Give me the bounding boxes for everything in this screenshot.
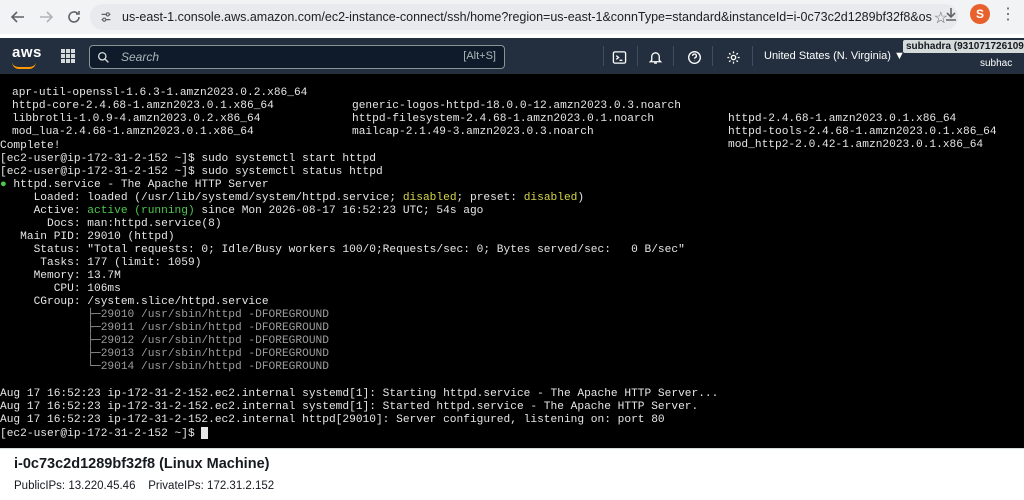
aws-logo[interactable]: aws (12, 44, 42, 61)
bell-icon[interactable] (646, 48, 664, 66)
terminal-line: ├─29013 /usr/sbin/httpd -DFOREGROUND (0, 348, 329, 360)
gear-icon[interactable] (724, 48, 742, 66)
terminal-line: ● httpd.service - The Apache HTTP Server (0, 179, 269, 191)
back-button[interactable] (4, 3, 32, 31)
console-search[interactable]: [Alt+S] (89, 45, 505, 69)
ssh-terminal[interactable]: apr-util-openssl-1.6.3-1.amzn2023.0.2.x8… (0, 74, 1024, 448)
terminal-line: Active: active (running) since Mon 2026-… (0, 205, 484, 217)
address-bar[interactable]: us-east-1.console.aws.amazon.com/ec2-ins… (90, 4, 958, 30)
instance-ips: PublicIPs: 13.220.45.46 PrivateIPs: 172.… (14, 480, 275, 492)
nav-separator (752, 46, 753, 66)
terminal-line: Aug 17 16:52:23 ip-172-31-2-152.ec2.inte… (0, 388, 719, 400)
arrow-right-icon (40, 11, 54, 23)
terminal-line: libbrotli-1.0.9-4.amzn2023.0.2.x86_64 ma… (12, 113, 984, 151)
help-icon[interactable] (685, 48, 703, 66)
terminal-line: Complete! (0, 140, 61, 152)
aws-console-nav: aws [Alt+S] United States (N. Virginia) … (0, 38, 1024, 74)
terminal-line: Aug 17 16:52:23 ip-172-31-2-152.ec2.inte… (0, 401, 699, 413)
browser-toolbar: us-east-1.console.aws.amazon.com/ec2-ins… (0, 0, 1024, 34)
account-name[interactable]: subhac (980, 58, 1012, 69)
site-info-icon[interactable] (96, 7, 116, 27)
terminal-line: ├─29010 /usr/sbin/httpd -DFOREGROUND (0, 309, 329, 321)
service-status-dot: ● (0, 179, 7, 191)
account-menu[interactable]: subhadra (931071726109) (903, 40, 1024, 53)
terminal-line: apr-util-openssl-1.6.3-1.amzn2023.0.2.x8… (12, 87, 957, 125)
search-input[interactable] (119, 49, 443, 65)
terminal-prompt-line[interactable]: [ec2-user@ip-172-31-2-152 ~]$ (0, 427, 209, 440)
terminal-line: ├─29012 /usr/sbin/httpd -DFOREGROUND (0, 335, 329, 347)
terminal-line: Main PID: 29010 (httpd) (0, 231, 175, 243)
terminal-line: [ec2-user@ip-172-31-2-152 ~]$ sudo syste… (0, 153, 376, 165)
services-grid-icon[interactable] (61, 49, 75, 63)
arrow-left-icon (10, 11, 24, 23)
nav-separator (603, 46, 604, 66)
cloudshell-icon[interactable] (610, 48, 628, 66)
terminal-line: Loaded: loaded (/usr/lib/systemd/system/… (0, 192, 585, 204)
terminal-line: ├─29011 /usr/sbin/httpd -DFOREGROUND (0, 322, 329, 334)
download-icon[interactable] (942, 5, 960, 23)
terminal-line: [ec2-user@ip-172-31-2-152 ~]$ sudo syste… (0, 166, 383, 178)
terminal-line: Memory: 13.7M (0, 270, 121, 282)
search-icon (97, 50, 111, 64)
terminal-line: Docs: man:httpd.service(8) (0, 218, 222, 230)
aws-smile-icon (12, 62, 36, 69)
terminal-line: Tasks: 177 (limit: 1059) (0, 257, 202, 269)
terminal-line: └─29014 /usr/sbin/httpd -DFOREGROUND (0, 361, 329, 373)
terminal-line: httpd-core-2.4.68-1.amzn2023.0.1.x86_64 … (12, 100, 997, 138)
profile-avatar[interactable]: S (970, 4, 990, 24)
reload-icon (68, 11, 80, 23)
terminal-line: Status: "Total requests: 0; Idle/Busy wo… (0, 244, 685, 256)
forward-button[interactable] (32, 3, 60, 31)
url-text[interactable]: us-east-1.console.aws.amazon.com/ec2-ins… (122, 10, 932, 24)
terminal-line: mod_lua-2.4.68-1.amzn2023.0.1.x86_64 (12, 126, 254, 138)
nav-separator (712, 46, 713, 66)
reload-button[interactable] (60, 3, 88, 31)
terminal-line: CGroup: /system.slice/httpd.service (0, 296, 269, 308)
terminal-cursor (201, 427, 209, 439)
terminal-line: Aug 17 16:52:23 ip-172-31-2-152.ec2.inte… (0, 414, 665, 426)
more-menu-icon[interactable]: ⋮ (1000, 4, 1016, 24)
search-shortcut-hint: [Alt+S] (463, 50, 496, 62)
instance-title: i-0c73c2d1289bf32f8 (Linux Machine) (14, 456, 270, 472)
terminal-line: CPU: 106ms (0, 283, 121, 295)
nav-separator (673, 46, 674, 66)
instance-info-panel: i-0c73c2d1289bf32f8 (Linux Machine) Publ… (0, 448, 1024, 500)
region-selector[interactable]: United States (N. Virginia) ▼ (764, 50, 905, 62)
nav-separator (637, 46, 638, 66)
